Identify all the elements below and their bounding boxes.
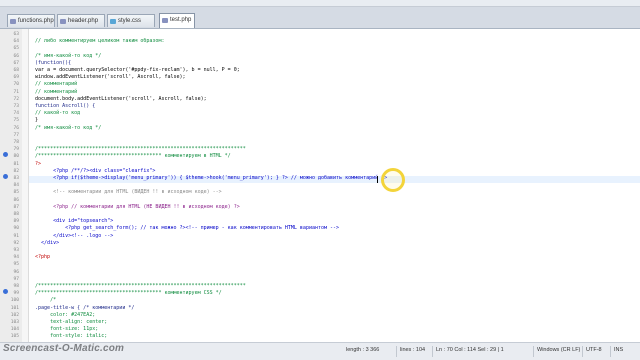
code-line[interactable]: <?php /**/?><div class="clearfix">	[29, 168, 155, 175]
status-encoding: UTF-8	[586, 347, 602, 353]
status-length: length : 3 366	[346, 347, 380, 353]
code-line[interactable]: /***************************************…	[29, 283, 246, 290]
code-line[interactable]: function Ascroll() {	[29, 103, 95, 110]
code-line[interactable]: document.body.addEventListener('scroll',…	[29, 96, 207, 103]
toolbar-strip	[0, 0, 640, 7]
code-line[interactable]: // комментарий	[29, 81, 77, 88]
tab-label: test.php	[170, 17, 192, 23]
line-number: 95	[13, 262, 19, 268]
code-line[interactable]: <?php // комментарии для HTML (НЕ ВИДЕН …	[29, 204, 240, 211]
watermark: Screencast-O-Matic.com	[3, 343, 125, 354]
tab-label: header.php	[68, 18, 99, 24]
code-line[interactable]: </div>	[29, 240, 59, 247]
file-icon	[162, 18, 168, 23]
tab-header-php[interactable]: header.php	[57, 14, 105, 27]
line-number: 94	[13, 255, 19, 261]
code-line[interactable]: /* имя-какой-то код */	[29, 125, 101, 132]
line-number: 104	[10, 327, 19, 333]
line-number: 75	[13, 118, 19, 124]
bookmark-icon	[3, 174, 8, 179]
line-number: 78	[13, 140, 19, 145]
tab-style-css[interactable]: style.css	[107, 14, 155, 27]
line-number: 65	[13, 46, 19, 52]
code-line[interactable]: <div id="topsearch">	[29, 218, 113, 225]
line-number: 85	[13, 190, 19, 196]
tab-label: style.css	[118, 18, 142, 24]
line-number: 71	[13, 89, 19, 95]
line-number: 105	[10, 334, 19, 340]
status-lines: lines : 104	[400, 347, 426, 353]
file-icon	[110, 19, 116, 24]
code-line[interactable]: // либо комментируем целиком таким образ…	[29, 38, 164, 45]
code-line[interactable]: // какой-то код	[29, 110, 80, 117]
line-number: 69	[13, 75, 19, 81]
status-eol: Windows (CR LF)	[537, 347, 581, 353]
line-number: 64	[13, 39, 19, 45]
line-number: 102	[10, 312, 19, 318]
line-number: 92	[13, 240, 19, 246]
code-line[interactable]: }	[29, 117, 38, 124]
editor-window: functions.php header.php style.css test.php…	[0, 0, 640, 360]
code-line[interactable]: <?php get_search_form(); // так можно ?>…	[29, 225, 339, 232]
status-bar: Screencast-O-Matic.com length : 3 366 li…	[0, 342, 640, 360]
mouse-highlight-ring	[381, 168, 405, 192]
line-number: 81	[13, 161, 19, 167]
line-number: 88	[13, 212, 19, 217]
line-number: 73	[13, 104, 19, 109]
code-line[interactable]: <?php	[29, 254, 50, 261]
code-area[interactable]: // либо комментируем целиком таким образ…	[29, 29, 640, 342]
line-number: 72	[13, 96, 19, 102]
code-line[interactable]: window.addEventListener('scroll', Ascrol…	[29, 74, 186, 81]
status-mode: INS	[614, 347, 624, 353]
line-number: 100	[10, 298, 19, 304]
tab-functions-php[interactable]: functions.php	[7, 14, 55, 27]
code-line[interactable]: (function(){	[29, 60, 71, 67]
line-number: 97	[13, 276, 19, 282]
code-line[interactable]: color: #247EA2;	[29, 312, 95, 319]
line-number: 90	[13, 226, 19, 232]
line-number: 101	[10, 305, 19, 311]
line-number: 93	[13, 248, 19, 253]
line-number: 84	[13, 183, 19, 189]
code-line[interactable]: <?php if($theme->display('menu_primary')…	[29, 175, 387, 182]
code-line[interactable]: /*	[29, 297, 56, 304]
line-number: 74	[13, 111, 19, 117]
tab-bar: functions.php header.php style.css test.php	[0, 0, 640, 29]
code-line[interactable]: var a = document.querySelector('#ppdy-fi…	[29, 67, 240, 74]
line-number: 66	[13, 53, 19, 59]
code-line[interactable]: /***************************************…	[29, 290, 222, 297]
line-number: 89	[13, 219, 19, 225]
file-icon	[60, 19, 66, 24]
code-line[interactable]: /***************************************…	[29, 146, 246, 153]
code-line[interactable]: .page-title-w { /* комментарии */	[29, 305, 134, 312]
tab-label: functions.php	[18, 18, 54, 24]
fold-margin	[22, 29, 29, 342]
line-number: 86	[13, 197, 19, 203]
code-line[interactable]: // комментарий	[29, 89, 77, 96]
line-number: 77	[13, 132, 19, 138]
file-icon	[10, 19, 16, 24]
line-number: 87	[13, 204, 19, 210]
code-line[interactable]: text-align: center;	[29, 319, 107, 326]
code-line[interactable]: font-size: 11px;	[29, 326, 98, 333]
status-position: Ln : 70 Col : 114 Sel : 29 | 1	[436, 347, 504, 353]
line-number: 67	[13, 60, 19, 66]
code-line[interactable]: font-style: italic;	[29, 333, 107, 340]
line-number: 91	[13, 233, 19, 239]
line-number: 70	[13, 82, 19, 88]
line-number-gutter: 63 64 65 66 67 68 69 70 71 72 73 74 75 76 77 78 79 80 81 82…	[0, 29, 23, 342]
code-line[interactable]: ?>	[29, 161, 41, 168]
line-number: 68	[13, 68, 19, 73]
line-number: 63	[13, 32, 19, 37]
code-line[interactable]: /***************************************…	[29, 153, 231, 160]
line-number: 96	[13, 269, 19, 275]
tab-test-php[interactable]: test.php	[159, 13, 195, 28]
code-line[interactable]: <!-- комментарии для HTML (ВИДЕН !! в ис…	[29, 189, 222, 196]
text-cursor	[377, 176, 378, 183]
code-line[interactable]: /* имя-какой-то код */	[29, 53, 101, 60]
code-line[interactable]: </div><!-- .logo -->	[29, 233, 113, 240]
line-number: 76	[13, 125, 19, 131]
line-number: 103	[10, 320, 19, 325]
